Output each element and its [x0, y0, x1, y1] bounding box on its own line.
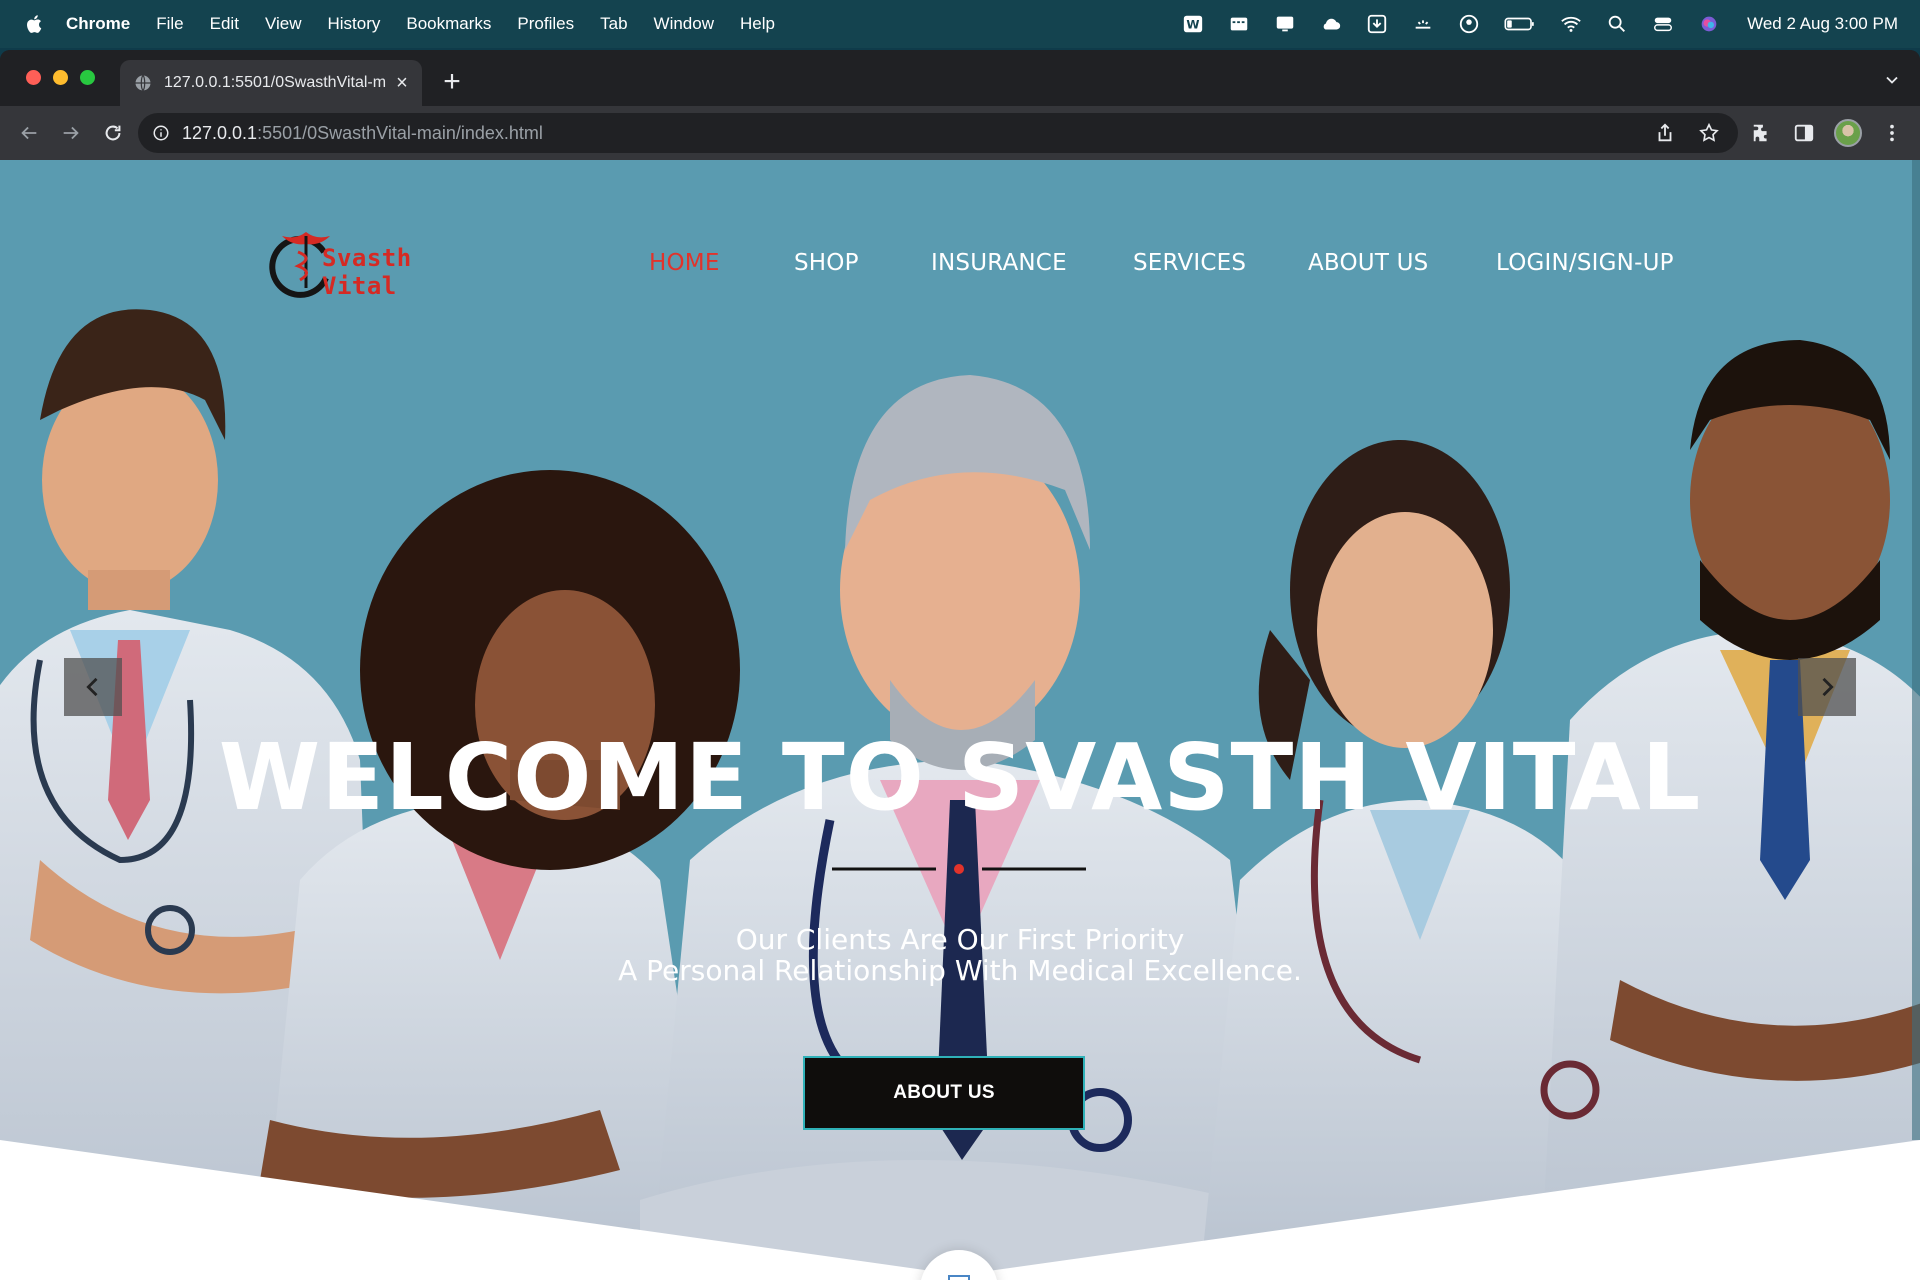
- tab-strip: 127.0.0.1:5501/0SwasthVital-m × +: [0, 50, 1920, 106]
- user-circle-icon[interactable]: [1457, 12, 1481, 36]
- hero-title: WELCOME TO SVASTH VITAL: [218, 724, 1702, 831]
- tab-close-icon[interactable]: ×: [392, 72, 412, 94]
- display-icon[interactable]: [1273, 12, 1297, 36]
- brightness-icon[interactable]: [1411, 12, 1435, 36]
- carousel-next-button[interactable]: [1798, 658, 1856, 716]
- battery-icon[interactable]: [1503, 12, 1537, 36]
- reload-icon[interactable]: [100, 120, 126, 146]
- screen-icon[interactable]: [1227, 12, 1251, 36]
- url-path: :5501/0SwasthVital-main/index.html: [257, 122, 543, 143]
- nav-login-signup[interactable]: LOGIN/SIGN-UP: [1496, 250, 1674, 276]
- control-center-icon[interactable]: [1651, 12, 1675, 36]
- menu-file[interactable]: File: [156, 14, 183, 34]
- cloud-icon[interactable]: [1319, 12, 1343, 36]
- address-bar-actions: [1654, 113, 1720, 153]
- window-controls: [26, 70, 95, 85]
- toolbar-right: [1750, 119, 1904, 147]
- nav-about-us[interactable]: ABOUT US: [1308, 250, 1428, 276]
- menu-tab[interactable]: Tab: [600, 14, 627, 34]
- address-bar[interactable]: 127.0.0.1:5501/0SwasthVital-main/index.h…: [138, 113, 1738, 153]
- menu-app-name[interactable]: Chrome: [66, 14, 130, 34]
- minimize-window-button[interactable]: [53, 70, 68, 85]
- globe-icon: [135, 75, 151, 91]
- menu-bookmarks[interactable]: Bookmarks: [406, 14, 491, 34]
- menu-window[interactable]: Window: [654, 14, 714, 34]
- side-panel-icon[interactable]: [1792, 121, 1816, 145]
- chevron-left-icon: [86, 677, 98, 697]
- hero-subtitle-line2: A Personal Relationship With Medical Exc…: [618, 954, 1302, 987]
- zoom-window-button[interactable]: [80, 70, 95, 85]
- main-navigation: HOME SHOP INSURANCE SERVICES ABOUT US LO…: [0, 250, 1920, 290]
- menu-history[interactable]: History: [327, 14, 380, 34]
- close-window-button[interactable]: [26, 70, 41, 85]
- menu-profiles[interactable]: Profiles: [517, 14, 574, 34]
- about-us-button[interactable]: ABOUT US: [803, 1056, 1085, 1130]
- nav-shop[interactable]: SHOP: [794, 250, 859, 276]
- word-icon[interactable]: W: [1181, 12, 1205, 36]
- site-info-icon[interactable]: [152, 124, 170, 142]
- back-arrow-icon[interactable]: [16, 120, 42, 146]
- nav-services[interactable]: SERVICES: [1133, 250, 1246, 276]
- menubar-clock[interactable]: Wed 2 Aug 3:00 PM: [1747, 14, 1898, 34]
- download-icon[interactable]: [1365, 12, 1389, 36]
- profile-avatar[interactable]: [1834, 119, 1862, 147]
- menubar-status-area: W Wed 2 Aug 3:00 PM: [1181, 0, 1898, 48]
- active-tab[interactable]: 127.0.0.1:5501/0SwasthVital-m ×: [120, 60, 422, 106]
- menu-help[interactable]: Help: [740, 14, 775, 34]
- wifi-icon[interactable]: [1559, 12, 1583, 36]
- new-tab-button[interactable]: +: [438, 67, 466, 97]
- extensions-puzzle-icon[interactable]: [1750, 121, 1774, 145]
- browser-window: 127.0.0.1:5501/0SwasthVital-m × + 127.0.…: [0, 50, 1920, 1280]
- carousel-prev-button[interactable]: [64, 658, 122, 716]
- macos-menubar: Chrome File Edit View History Bookmarks …: [0, 0, 1920, 48]
- hero-divider: [832, 864, 1086, 874]
- nav-insurance[interactable]: INSURANCE: [931, 250, 1067, 276]
- tab-title: 127.0.0.1:5501/0SwasthVital-m: [164, 74, 386, 91]
- bookmark-star-icon[interactable]: [1698, 122, 1720, 144]
- tab-search-chevron-icon[interactable]: [1882, 70, 1902, 90]
- hero-section: Svasth Vital HOME SHOP INSURANCE SERVICE…: [0, 160, 1920, 1280]
- menu-view[interactable]: View: [265, 14, 302, 34]
- web-page: Svasth Vital HOME SHOP INSURANCE SERVICE…: [0, 160, 1920, 1280]
- menu-edit[interactable]: Edit: [210, 14, 239, 34]
- forward-arrow-icon[interactable]: [58, 120, 84, 146]
- siri-icon[interactable]: [1697, 12, 1721, 36]
- share-icon[interactable]: [1654, 122, 1676, 144]
- svg-text:W: W: [1187, 18, 1200, 32]
- more-menu-icon[interactable]: [1880, 121, 1904, 145]
- hero-subtitle-line1: Our Clients Are Our First Priority: [735, 923, 1185, 956]
- url-host: 127.0.0.1: [182, 122, 258, 143]
- apple-icon[interactable]: [24, 13, 46, 35]
- search-icon[interactable]: [1605, 12, 1629, 36]
- nav-home[interactable]: HOME: [649, 250, 720, 276]
- hospital-building-icon: [948, 1275, 970, 1280]
- chevron-right-icon: [1822, 677, 1834, 697]
- browser-toolbar: 127.0.0.1:5501/0SwasthVital-main/index.h…: [0, 106, 1920, 160]
